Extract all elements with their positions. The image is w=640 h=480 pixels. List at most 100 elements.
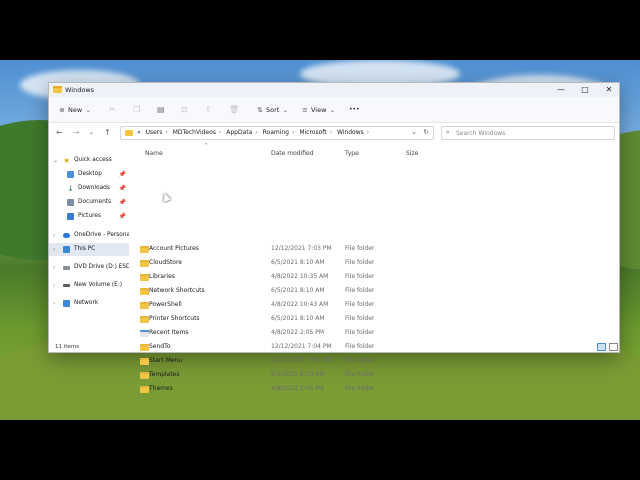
rename-icon[interactable]: ⊡: [181, 104, 188, 116]
search-placeholder: Search Windows: [456, 130, 506, 137]
list-item[interactable]: PowerShell 4/8/2022 10:43 AM File folder: [136, 298, 436, 312]
list-item[interactable]: Templates 6/5/2021 8:10 AM File folder: [136, 368, 436, 382]
sort-label: Sort: [266, 106, 280, 114]
column-header-size[interactable]: Size: [406, 150, 418, 157]
folder-icon: [140, 316, 149, 323]
breadcrumb-microsoft[interactable]: Microsoft: [299, 129, 326, 136]
file-name: PowerShell: [149, 301, 182, 308]
refresh-icon[interactable]: ↻: [423, 128, 429, 136]
sidebar-item-dvd-drive[interactable]: › DVD Drive (D:) ESD-I: [49, 261, 129, 274]
file-date: 4/8/2022 10:35 AM: [271, 273, 329, 280]
paste-icon[interactable]: ▤: [157, 104, 165, 116]
cut-icon[interactable]: ✂: [109, 104, 116, 116]
folder-icon: [140, 372, 149, 379]
sort-icon: ⇅: [257, 106, 263, 114]
sidebar-item-label: Network: [74, 300, 99, 306]
search-icon: ⌕: [446, 128, 450, 136]
sidebar-item-quick-access[interactable]: ⌄ ★ Quick access: [49, 154, 129, 167]
back-arrow-icon[interactable]: ←: [56, 128, 63, 137]
file-type: File folder: [345, 287, 375, 294]
delete-icon[interactable]: 🗑: [229, 104, 239, 116]
breadcrumb-roaming[interactable]: Roaming: [263, 129, 289, 136]
sidebar-item-onedrive[interactable]: › OneDrive - Personal: [49, 229, 129, 242]
file-name: Libraries: [149, 273, 175, 280]
file-date: 4/8/2022 2:05 PM: [271, 385, 325, 392]
more-options-icon[interactable]: •••: [349, 104, 360, 116]
folder-icon: [140, 288, 149, 295]
address-bar[interactable]: « Users › MDTechVideos › AppData › Roaming ›…: [120, 126, 434, 140]
copy-icon[interactable]: ❐: [133, 104, 140, 116]
desktop-icon: [67, 171, 74, 178]
title-bar[interactable]: Windows — □ ✕: [49, 83, 619, 97]
new-button[interactable]: ⊕ New ⌄: [58, 104, 94, 116]
maximize-button[interactable]: □: [573, 83, 597, 97]
folder-icon: [140, 274, 149, 281]
search-input[interactable]: ⌕ Search Windows: [441, 126, 615, 140]
address-row: ← → ⌄ ↑ « Users › MDTechVideos › AppData › …: [49, 123, 619, 143]
breadcrumb-appdata[interactable]: AppData: [226, 129, 252, 136]
file-type: File folder: [345, 315, 375, 322]
chevron-right-icon[interactable]: ›: [53, 297, 55, 310]
chevron-right-icon[interactable]: ›: [53, 261, 55, 274]
tiles-view-icon[interactable]: [609, 343, 618, 351]
column-header-type[interactable]: Type: [345, 150, 359, 157]
chevron-right-icon[interactable]: ›: [53, 279, 55, 292]
column-header-date[interactable]: Date modified: [271, 150, 314, 157]
chevron-down-icon[interactable]: ⌄: [53, 154, 58, 167]
file-type: File folder: [345, 371, 375, 378]
forward-arrow-icon[interactable]: →: [73, 128, 80, 137]
chevron-right-icon[interactable]: ›: [53, 243, 55, 256]
breadcrumb-users[interactable]: Users: [146, 129, 163, 136]
breadcrumb-separator: ›: [218, 129, 222, 136]
file-date: 6/5/2021 8:10 AM: [271, 315, 325, 322]
list-item[interactable]: Printer Shortcuts 6/5/2021 8:10 AM File fo…: [136, 312, 436, 326]
sidebar-item-desktop[interactable]: Desktop 📌: [49, 168, 129, 181]
view-button[interactable]: ≡ View ⌄: [301, 104, 339, 116]
sidebar-item-this-pc[interactable]: › This PC: [49, 243, 129, 256]
sidebar-item-downloads[interactable]: ↓ Downloads 📌: [49, 182, 129, 195]
breadcrumb-mdtechvideos[interactable]: MDTechVideos: [173, 129, 216, 136]
share-icon[interactable]: ⇪: [205, 104, 212, 116]
sidebar-item-pictures[interactable]: Pictures 📌: [49, 210, 129, 223]
sidebar-item-network[interactable]: › Network: [49, 297, 129, 310]
minimize-button[interactable]: —: [549, 83, 573, 97]
breadcrumb-windows[interactable]: Windows: [337, 129, 364, 136]
breadcrumb-separator: ›: [292, 129, 295, 136]
breadcrumb-overflow[interactable]: «: [137, 129, 141, 136]
list-item[interactable]: Libraries 4/8/2022 10:35 AM File folder: [136, 270, 436, 284]
details-view-icon[interactable]: [597, 343, 606, 351]
file-date: 4/8/2022 10:43 AM: [271, 301, 329, 308]
breadcrumb: « Users › MDTechVideos › AppData › Roaming ›…: [137, 129, 372, 136]
recent-locations-chevron-icon[interactable]: ⌄: [89, 129, 94, 136]
chevron-right-icon[interactable]: ›: [53, 229, 55, 242]
sidebar-item-label: Documents: [78, 199, 112, 205]
sidebar-item-new-volume[interactable]: › New Volume (E:): [49, 279, 129, 292]
pin-icon: 📌: [118, 199, 126, 206]
network-icon: [63, 300, 70, 307]
list-item[interactable]: Recent Items 4/8/2022 2:05 PM File folder: [136, 326, 436, 340]
sidebar-item-label: Quick access: [74, 157, 112, 163]
window-title: Windows: [65, 86, 95, 94]
sidebar-item-label: Downloads: [78, 185, 110, 191]
file-type: File folder: [345, 329, 375, 336]
up-arrow-icon[interactable]: ↑: [104, 128, 111, 137]
view-icon: ≡: [302, 106, 308, 114]
sidebar-item-label: DVD Drive (D:) ESD-I: [74, 264, 129, 270]
column-header-name[interactable]: Name: [145, 150, 163, 157]
folder-icon: [140, 386, 149, 393]
sidebar-item-documents[interactable]: Documents 📌: [49, 196, 129, 209]
star-icon: ★: [63, 156, 71, 165]
file-type: File folder: [345, 385, 375, 392]
letterbox-top: [0, 0, 640, 60]
list-item[interactable]: Account Pictures 12/12/2021 7:03 PM File f…: [136, 242, 436, 256]
letterbox-bottom: [0, 420, 640, 480]
breadcrumb-separator: ›: [255, 129, 258, 136]
list-item[interactable]: CloudStore 6/5/2021 8:10 AM File folder: [136, 256, 436, 270]
list-item[interactable]: Network Shortcuts 6/5/2021 8:10 AM File fo…: [136, 284, 436, 298]
list-item[interactable]: Start Menu 12/12/2021 7:03 PM File folder: [136, 354, 436, 368]
close-button[interactable]: ✕: [597, 83, 621, 97]
address-dropdown-icon[interactable]: ⌄: [411, 128, 417, 136]
sort-button[interactable]: ⇅ Sort ⌄: [256, 104, 291, 116]
recent-items-icon: [140, 330, 149, 337]
list-item[interactable]: Themes 4/8/2022 2:05 PM File folder: [136, 382, 436, 396]
